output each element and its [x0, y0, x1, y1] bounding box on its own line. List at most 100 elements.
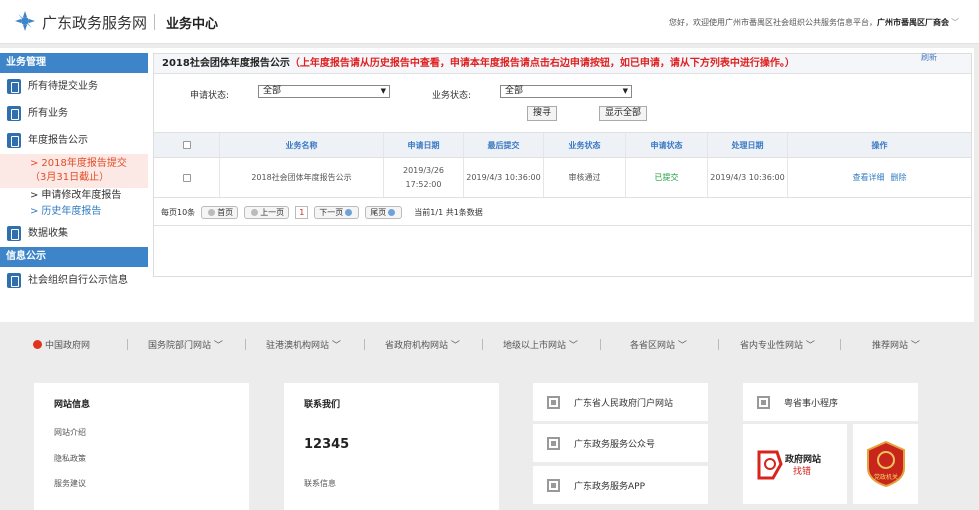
footer-link-professional[interactable]: 省内专业性网站 ﹀: [740, 338, 815, 351]
header-business-name: 业务名称: [220, 133, 384, 157]
qr-gd-wechat[interactable]: 广东政务服务公众号: [533, 424, 708, 462]
book-icon: [7, 133, 21, 148]
sidebar-item-data-collection[interactable]: 数据收集: [0, 220, 148, 247]
user-org-name[interactable]: 广州市番禺区厂商会: [877, 18, 949, 27]
sidebar-item-pending[interactable]: 所有待提交业务: [0, 73, 148, 100]
badge-line1: 政府网站: [785, 453, 821, 465]
panel-title-main: 2018社会团体年度报告公示: [162, 58, 290, 69]
cell-last-submit: 2019/4/3 10:36:00: [464, 158, 544, 197]
sidebar-subitem-history-report[interactable]: > 历史年度报告: [0, 204, 148, 220]
footer-link-label: 推荐网站: [872, 341, 909, 351]
arrow-right-icon: [388, 209, 396, 216]
book-icon: [7, 273, 21, 288]
qr-code-icon: [547, 395, 560, 409]
footer-link-hk-macau[interactable]: 驻港澳机构网站 ﹀: [266, 338, 341, 351]
select-value: 全部: [505, 86, 524, 96]
footer-link-state-council[interactable]: 国务院部门网站 ﹀: [148, 338, 223, 351]
chevron-down-icon: ﹀: [213, 341, 223, 351]
row-checkbox[interactable]: [182, 173, 191, 182]
delete-link[interactable]: 删除: [891, 172, 907, 183]
pager-label: 首页: [217, 208, 234, 217]
link-service-suggestion[interactable]: 服务建议: [54, 478, 86, 489]
view-detail-link[interactable]: 查看详细: [853, 172, 885, 183]
page-title: 业务中心: [166, 17, 219, 32]
next-page-button[interactable]: 下一页: [314, 206, 360, 219]
footer-divider: [245, 339, 246, 350]
qr-label: 广东省人民政府门户网站: [574, 398, 674, 409]
chevron-down-icon: ﹀: [910, 341, 920, 351]
sidebar-section-business: 业务管理: [0, 53, 148, 73]
row-checkbox-cell: [154, 158, 220, 197]
last-page-button[interactable]: 尾页: [365, 206, 403, 219]
footer-nav: 中国政府网 国务院部门网站 ﹀ 驻港澳机构网站 ﹀ 省政府机构网站 ﹀ 地级以上…: [0, 334, 979, 356]
per-page-text: 每页10条: [161, 208, 196, 217]
chevron-down-icon: ﹀: [805, 341, 815, 351]
footer-link-label: 驻港澳机构网站: [266, 341, 330, 351]
report-panel: 2018社会团体年度报告公示（上年度报告请从历史报告中查看，申请本年度报告请点击…: [153, 53, 972, 277]
footer-link-provincial-gov[interactable]: 省政府机构网站 ﹀: [385, 338, 460, 351]
book-icon: [7, 226, 21, 241]
sidebar-subitem-modify-report[interactable]: > 申请修改年度报告: [0, 188, 148, 204]
sidebar-item-label: 所有待提交业务: [28, 81, 98, 92]
current-page-number[interactable]: 1: [295, 206, 309, 219]
qr-mini-program[interactable]: 粤省事小程序: [743, 383, 918, 421]
apply-status-select[interactable]: 全部 ▼: [258, 85, 390, 98]
pager-label: 下一页: [319, 208, 344, 217]
select-value: 全部: [263, 86, 282, 96]
chevron-right-icon: >: [30, 158, 39, 169]
prev-page-button[interactable]: 上一页: [244, 206, 290, 219]
sidebar: 业务管理 所有待提交业务 所有业务 年度报告公示 >2018年度报告提交 （3月…: [0, 53, 148, 315]
qr-gd-portal[interactable]: 广东省人民政府门户网站: [533, 383, 708, 421]
first-page-button[interactable]: 首页: [201, 206, 239, 219]
qr-label: 广东政务服务公众号: [574, 439, 656, 450]
site-logo-text[interactable]: 广东政务服务网: [42, 12, 147, 33]
guangdong-logo-icon[interactable]: [14, 10, 36, 32]
show-all-button[interactable]: 显示全部: [599, 106, 647, 121]
subitem-label: 申请修改年度报告: [41, 190, 122, 201]
footer-divider: [127, 339, 128, 350]
chevron-down-icon: ﹀: [450, 341, 460, 351]
select-all-checkbox[interactable]: [182, 141, 191, 149]
sidebar-subitem-2018-report[interactable]: >2018年度报告提交 （3月31日截止）: [0, 154, 148, 188]
badge-line2: 找错: [793, 465, 811, 477]
gov-site-error-badge[interactable]: 政府网站 找错: [743, 424, 847, 504]
welcome-prefix: 您好，欢迎使用广州市番禺区社会组织公共服务信息平台，: [669, 18, 877, 27]
chevron-down-icon[interactable]: ﹀: [951, 18, 959, 27]
table-row: 2018社会团体年度报告公示 2019/3/26 17:52:00 2019/4…: [154, 158, 971, 198]
footer-link-gov-cn[interactable]: 中国政府网: [33, 338, 90, 351]
footer-link-label: 中国政府网: [45, 341, 91, 351]
sidebar-item-self-publish[interactable]: 社会组织自行公示信息: [0, 267, 148, 294]
biz-status-select[interactable]: 全部 ▼: [500, 85, 632, 98]
link-site-intro[interactable]: 网站介绍: [54, 427, 86, 438]
apply-date-day: 2019/3/26: [402, 165, 445, 175]
footer-link-label: 省内专业性网站: [740, 341, 804, 351]
party-gov-badge[interactable]: 党政机关: [853, 424, 918, 504]
footer-link-recommended[interactable]: 推荐网站 ﹀: [872, 338, 920, 351]
footer-link-label: 各省区网站: [630, 341, 676, 351]
contact-card: 联系我们 12345 联系信息: [284, 383, 499, 510]
refresh-link[interactable]: 刷新: [921, 52, 937, 63]
link-contact-info[interactable]: 联系信息: [304, 478, 336, 489]
top-header: 广东政务服务网 业务中心 您好，欢迎使用广州市番禺区社会组织公共服务信息平台，广…: [0, 0, 979, 44]
pagination: 每页10条 首页 上一页 1 下一页 尾页 当前1/1 共1条数据: [154, 200, 971, 226]
panel-title: 2018社会团体年度报告公示（上年度报告请从历史报告中查看，申请本年度报告请点击…: [154, 54, 971, 74]
footer-divider: [482, 339, 483, 350]
circle-icon: [251, 209, 259, 216]
qr-gd-app[interactable]: 广东政务服务APP: [533, 466, 708, 504]
qr-code-icon: [757, 395, 770, 409]
cell-process-date: 2019/4/3 10:36:00: [708, 158, 788, 197]
search-button[interactable]: 搜寻: [527, 106, 557, 121]
caret-down-icon: ▼: [380, 87, 386, 95]
sidebar-item-all-business[interactable]: 所有业务: [0, 100, 148, 127]
party-gov-seal-icon: 党政机关: [866, 440, 905, 488]
footer-link-provinces[interactable]: 各省区网站 ﹀: [630, 338, 687, 351]
cell-business-name: 2018社会团体年度报告公示: [220, 158, 384, 197]
qr-label: 广东政务服务APP: [574, 481, 646, 492]
arrow-right-icon: [345, 209, 353, 216]
subitem-label: 历史年度报告: [41, 206, 102, 217]
welcome-text: 您好，欢迎使用广州市番禺区社会组织公共服务信息平台，广州市番禺区厂商会 ﹀: [669, 17, 959, 28]
footer-divider: [600, 339, 601, 350]
link-privacy-policy[interactable]: 隐私政策: [54, 453, 86, 464]
sidebar-item-annual-report[interactable]: 年度报告公示: [0, 127, 148, 154]
footer-link-prefecture[interactable]: 地级以上市网站 ﹀: [503, 338, 578, 351]
